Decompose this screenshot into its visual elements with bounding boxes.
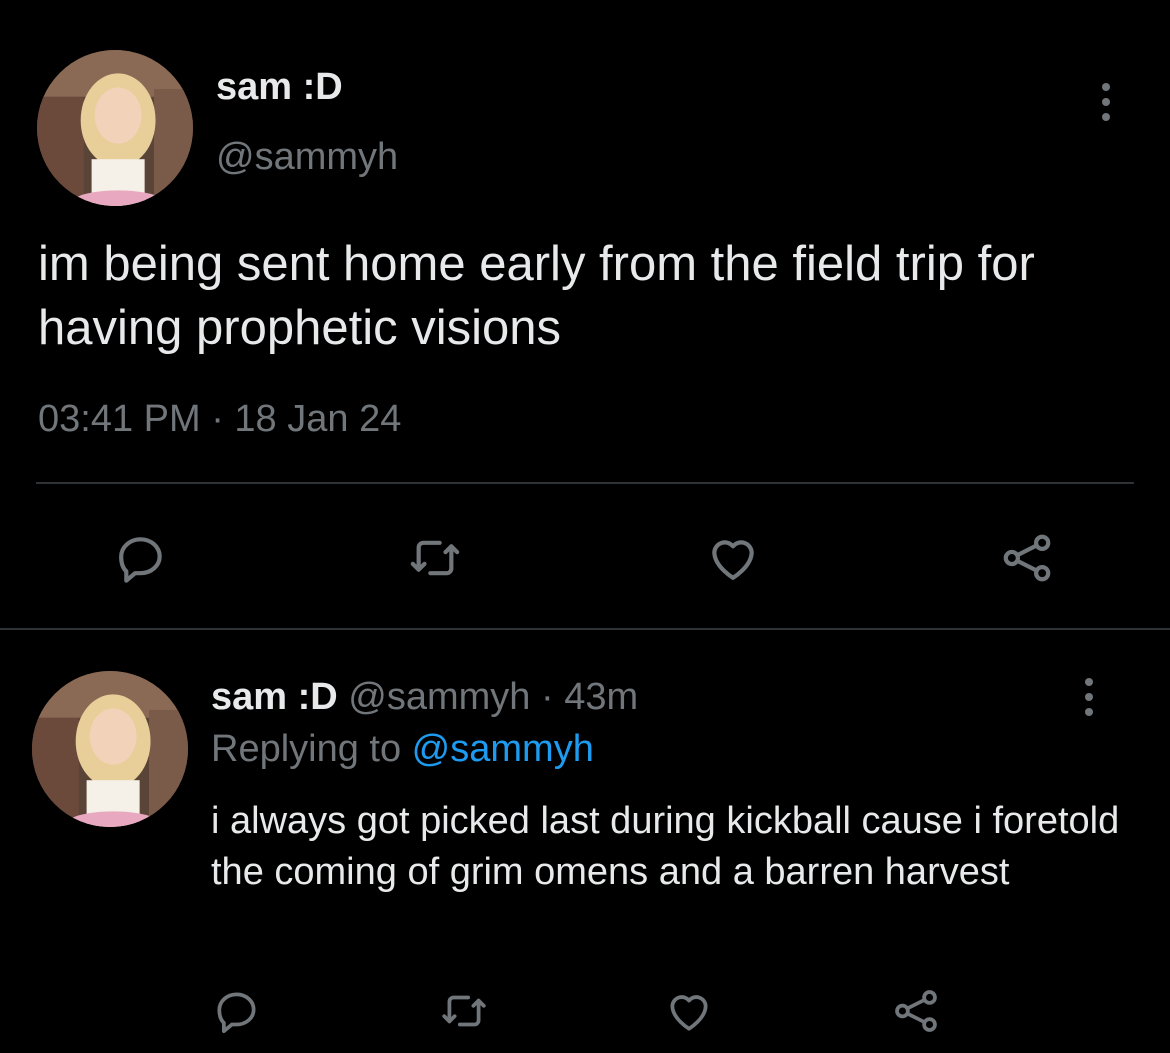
more-options-icon[interactable] [1086, 72, 1126, 132]
avatar-photo [37, 50, 193, 206]
avatar[interactable] [32, 671, 188, 827]
divider [0, 628, 1170, 630]
retweet-icon[interactable] [405, 530, 465, 586]
display-name[interactable]: sam :D [216, 66, 343, 109]
reply-icon[interactable] [212, 986, 262, 1036]
avatar[interactable] [37, 50, 193, 206]
like-icon[interactable] [663, 986, 715, 1036]
divider [36, 482, 1134, 484]
avatar-photo [32, 671, 188, 827]
more-options-icon[interactable] [1069, 667, 1109, 727]
reply-icon[interactable] [113, 530, 169, 586]
tweet-text: i always got picked last during kickball… [211, 800, 1120, 893]
replying-to-prefix: Replying to [211, 728, 412, 770]
share-icon[interactable] [890, 986, 942, 1036]
handle-and-time[interactable]: @sammyh · 43m [338, 676, 638, 718]
display-name[interactable]: sam :D [211, 676, 338, 718]
tweet-text: im being sent home early from the field … [38, 237, 1035, 355]
handle[interactable]: @sammyh [216, 136, 398, 179]
share-icon[interactable] [998, 530, 1056, 586]
replying-to-label: Replying to @sammyh [211, 728, 594, 771]
like-icon[interactable] [704, 530, 762, 586]
reply-header: sam :D @sammyh · 43m [211, 676, 638, 719]
tweet-timestamp[interactable]: 03:41 PM · 18 Jan 24 [38, 398, 401, 441]
retweet-icon[interactable] [437, 986, 491, 1036]
mention-link[interactable]: @sammyh [412, 728, 594, 770]
